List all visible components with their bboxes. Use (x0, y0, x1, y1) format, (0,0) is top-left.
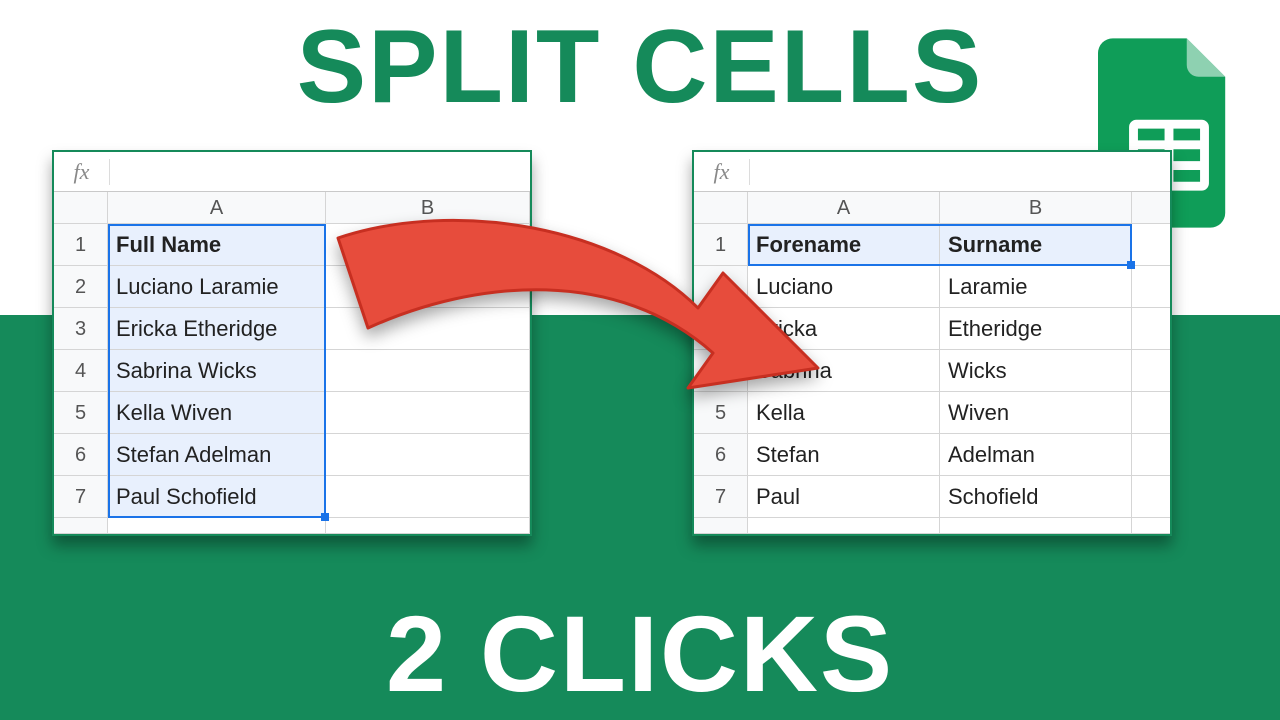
row-header[interactable]: 3 (54, 308, 108, 350)
cell-b1[interactable]: Surname (940, 224, 1132, 266)
cell-c7[interactable] (1132, 476, 1170, 518)
arrow-icon (318, 218, 828, 418)
column-header-c[interactable] (1132, 192, 1170, 224)
cell-b6[interactable]: Adelman (940, 434, 1132, 476)
row-header[interactable]: 5 (54, 392, 108, 434)
row-header[interactable]: 4 (54, 350, 108, 392)
cell-c3[interactable] (1132, 308, 1170, 350)
selection-handle[interactable] (321, 513, 329, 521)
cell[interactable] (326, 518, 530, 534)
formula-bar[interactable]: fx (54, 152, 530, 192)
row-header[interactable]: 1 (54, 224, 108, 266)
cell-b6[interactable] (326, 434, 530, 476)
cell-a6[interactable]: Stefan Adelman (108, 434, 326, 476)
cell-a2[interactable]: Luciano Laramie (108, 266, 326, 308)
column-header-a[interactable]: A (108, 192, 326, 224)
cell-c1[interactable] (1132, 224, 1170, 266)
row-header[interactable]: 6 (54, 434, 108, 476)
cell[interactable] (940, 518, 1132, 534)
fx-icon: fx (694, 159, 750, 185)
cell-c2[interactable] (1132, 266, 1170, 308)
cell-b4[interactable]: Wicks (940, 350, 1132, 392)
cell-a6[interactable]: Stefan (748, 434, 940, 476)
cell-b5[interactable]: Wiven (940, 392, 1132, 434)
fx-icon: fx (54, 159, 110, 185)
cell-b7[interactable]: Schofield (940, 476, 1132, 518)
cell-c4[interactable] (1132, 350, 1170, 392)
row-header[interactable]: 2 (54, 266, 108, 308)
row-header[interactable]: 7 (54, 476, 108, 518)
cell-a1[interactable]: Full Name (108, 224, 326, 266)
row-header[interactable] (54, 518, 108, 534)
select-all-corner[interactable] (54, 192, 108, 224)
cell-b2[interactable]: Laramie (940, 266, 1132, 308)
cell-b3[interactable]: Etheridge (940, 308, 1132, 350)
cell[interactable] (1132, 518, 1170, 534)
selection-handle[interactable] (1127, 261, 1135, 269)
cell[interactable] (748, 518, 940, 534)
row-header[interactable]: 6 (694, 434, 748, 476)
cell-b7[interactable] (326, 476, 530, 518)
main-title: SPLIT CELLS (0, 8, 1280, 127)
cell-a3[interactable]: Ericka Etheridge (108, 308, 326, 350)
cell-a4[interactable]: Sabrina Wicks (108, 350, 326, 392)
row-header[interactable]: 7 (694, 476, 748, 518)
cell-c5[interactable] (1132, 392, 1170, 434)
subtitle: 2 CLICKS (0, 591, 1280, 716)
formula-bar[interactable]: fx (694, 152, 1170, 192)
cell-a5[interactable]: Kella Wiven (108, 392, 326, 434)
cell[interactable] (108, 518, 326, 534)
cell-a7[interactable]: Paul Schofield (108, 476, 326, 518)
cell-c6[interactable] (1132, 434, 1170, 476)
row-header[interactable] (694, 518, 748, 534)
column-header-b[interactable]: B (940, 192, 1132, 224)
cell-a7[interactable]: Paul (748, 476, 940, 518)
